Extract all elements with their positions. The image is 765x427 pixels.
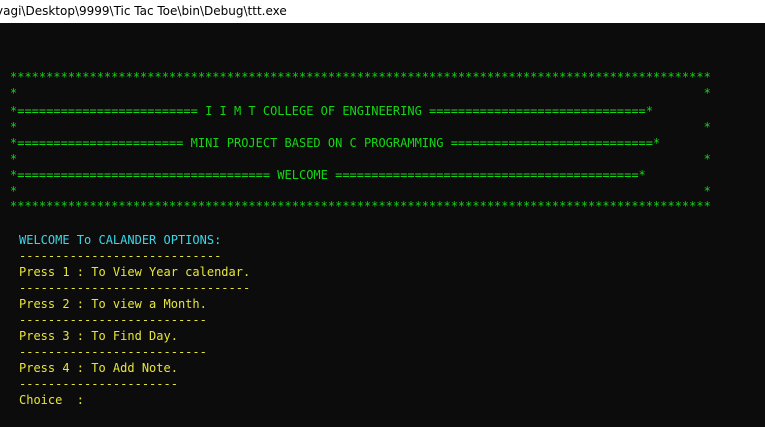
banner-border-bottom: ****************************************… bbox=[10, 199, 711, 213]
menu-separator-1: ---------------------------- bbox=[19, 249, 222, 263]
menu-option-2: Press 2 : To view a Month. bbox=[19, 297, 207, 311]
banner-college-line: *========================= I I M T COLLE… bbox=[10, 104, 653, 118]
banner-welcome-line: *=================================== WEL… bbox=[10, 168, 646, 182]
choice-prompt[interactable]: Choice : bbox=[19, 392, 84, 408]
banner-spacer-4: * * bbox=[10, 184, 711, 198]
console-output[interactable]: ****************************************… bbox=[0, 23, 765, 427]
window-title: yagi\Desktop\9999\Tic Tac Toe\bin\Debug\… bbox=[0, 4, 287, 18]
banner-spacer-2: * * bbox=[10, 120, 711, 134]
banner-border-top: ****************************************… bbox=[10, 70, 711, 84]
menu-option-1: Press 1 : To View Year calendar. bbox=[19, 265, 251, 279]
banner-project-line: *======================= MINI PROJECT BA… bbox=[10, 136, 661, 150]
banner-spacer-3: * * bbox=[10, 152, 711, 166]
menu-separator-5: ---------------------- bbox=[19, 377, 178, 391]
banner-spacer-1: * * bbox=[10, 86, 711, 100]
menu-option-4: Press 4 : To Add Note. bbox=[19, 361, 178, 375]
menu-heading: WELCOME To CALANDER OPTIONS: bbox=[19, 233, 222, 247]
window-title-bar[interactable]: yagi\Desktop\9999\Tic Tac Toe\bin\Debug\… bbox=[0, 0, 765, 23]
menu-separator-3: -------------------------- bbox=[19, 313, 207, 327]
menu-separator-4: -------------------------- bbox=[19, 345, 207, 359]
menu-separator-2: -------------------------------- bbox=[19, 281, 251, 295]
menu-option-3: Press 3 : To Find Day. bbox=[19, 329, 178, 343]
